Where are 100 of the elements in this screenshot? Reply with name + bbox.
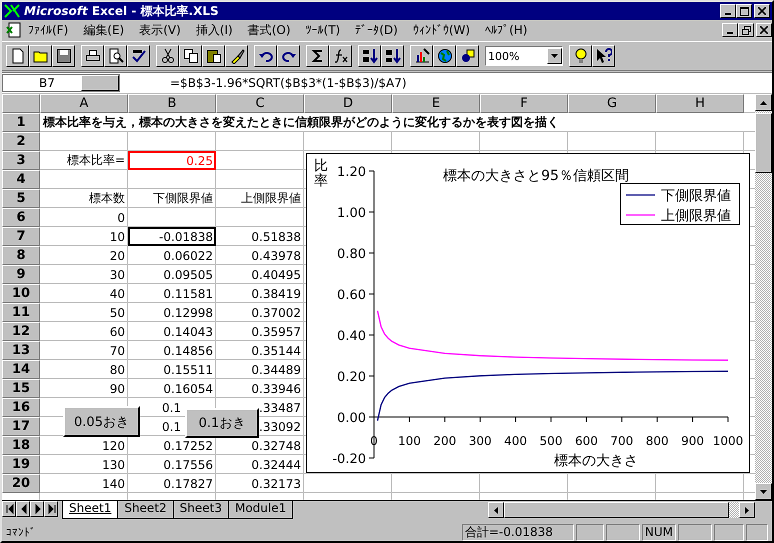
row-header[interactable]: 17 [2,417,40,436]
sheet-tab[interactable]: Module1 [228,501,294,519]
sheet-nav-button[interactable] [16,501,30,517]
menu-item[interactable]: ｳｨﾝﾄﾞｳ(W) [406,23,480,37]
row-header[interactable]: 19 [2,455,40,474]
table-cell[interactable]: 0.35144 [216,341,304,360]
table-cell[interactable]: 0.32173 [216,474,304,493]
column-header[interactable]: D [304,94,392,113]
table-cell[interactable]: 0.33946 [216,379,304,398]
shapes-icon[interactable] [456,45,479,67]
table-cell[interactable]: 60 [40,322,128,341]
table-cell[interactable]: 0.38419 [216,284,304,303]
row-header[interactable]: 8 [2,246,40,265]
table-cell[interactable]: 120 [40,436,128,455]
table-cell[interactable]: 130 [40,455,128,474]
macro-button[interactable]: 0.05おき [63,406,140,437]
table-cell[interactable]: 90 [40,379,128,398]
globe-icon[interactable] [433,45,456,67]
column-header[interactable]: F [480,94,568,113]
table-cell[interactable]: 0.35957 [216,322,304,341]
sigma-icon[interactable] [306,45,329,67]
select-all-button[interactable] [2,94,40,113]
table-cell[interactable]: 0.40495 [216,265,304,284]
table-cell[interactable]: .33092 [259,420,301,434]
scrollbar-thumb[interactable] [755,113,772,173]
menu-item[interactable]: 挿入(I) [190,22,242,38]
table-cell[interactable]: 0.17252 [128,436,216,455]
sort-descending-icon[interactable] [381,45,404,67]
menu-item[interactable]: ﾌｧｲﾙ(F) [22,23,78,37]
formula-field[interactable]: =$B$3-1.96*SQRT($B$3*(1-$B$3)/$A7) [120,76,407,90]
table-cell[interactable]: 0.09505 [128,265,216,284]
table-cell[interactable]: 0.11581 [128,284,216,303]
table-cell[interactable]: 140 [40,474,128,493]
column-header[interactable]: G [568,94,656,113]
folder-icon[interactable] [29,45,52,67]
undo-icon[interactable] [254,45,277,67]
copy-icon[interactable] [179,45,202,67]
table-cell[interactable]: 下側限界値 [128,189,216,208]
maximize-button[interactable] [736,4,752,18]
menu-item[interactable]: 表示(V) [133,22,190,38]
row-header[interactable]: 16 [2,398,40,417]
row-header[interactable]: 4 [2,170,40,189]
sheet-tab[interactable]: Sheet1 [62,501,118,519]
close-button[interactable] [756,23,772,37]
function-icon[interactable] [329,45,352,67]
menu-item[interactable]: ﾍﾙﾌﾟ(H) [479,23,536,37]
table-cell[interactable]: 50 [40,303,128,322]
spellcheck-icon[interactable] [127,45,150,67]
horizontal-scrollbar[interactable] [488,501,755,519]
table-cell[interactable]: 上側限界値 [216,189,304,208]
row-header[interactable]: 3 [2,151,40,170]
row-header[interactable]: 5 [2,189,40,208]
scrollbar-thumb[interactable] [504,502,729,518]
table-cell[interactable]: 0.51838 [216,227,304,246]
row-header[interactable]: 20 [2,474,40,493]
table-cell[interactable]: 0.32748 [216,436,304,455]
restore-button[interactable] [738,23,754,37]
table-cell[interactable]: 0.17827 [128,474,216,493]
column-header[interactable]: C [216,94,304,113]
table-cell[interactable]: 0.43978 [216,246,304,265]
table-cell[interactable]: 標本数 [40,189,128,208]
help-pointer-icon[interactable] [592,45,615,67]
macro-button[interactable]: 0.1おき [185,408,259,438]
chart-wizard-icon[interactable] [410,45,433,67]
clipboard-icon[interactable] [202,45,225,67]
row-header[interactable]: 7 [2,227,40,246]
minimize-button[interactable] [722,23,738,37]
table-cell[interactable]: 0.14043 [128,322,216,341]
vertical-scrollbar[interactable] [755,94,772,500]
row-header[interactable]: 18 [2,436,40,455]
table-cell[interactable]: 標本比率= [40,151,128,170]
column-header[interactable]: B [128,94,216,113]
table-cell[interactable]: 0.06022 [128,246,216,265]
table-cell[interactable]: 0.12998 [128,303,216,322]
table-cell[interactable]: 0.15511 [128,360,216,379]
table-cell[interactable]: 80 [40,360,128,379]
menu-item[interactable]: ﾃﾞｰﾀ(D) [349,23,407,37]
table-cell[interactable]: 70 [40,341,128,360]
sheet-nav-button[interactable] [44,501,58,517]
paintbrush-icon[interactable] [225,45,248,67]
print-preview-icon[interactable] [104,45,127,67]
row-header[interactable]: 6 [2,208,40,227]
close-button[interactable] [754,4,770,18]
table-cell[interactable]: 40 [40,284,128,303]
row-header[interactable]: 12 [2,322,40,341]
table-cell[interactable]: 0.16054 [128,379,216,398]
row-header[interactable]: 1 [2,113,40,132]
name-box[interactable]: B7 [2,74,120,92]
table-cell[interactable]: 30 [40,265,128,284]
zoom-dropdown[interactable]: 100% [485,46,563,66]
new-document-icon[interactable] [6,45,29,67]
sheet-tab[interactable]: Sheet3 [172,501,229,519]
row-header[interactable]: 15 [2,379,40,398]
column-header[interactable]: E [392,94,480,113]
table-cell[interactable]: 0.32444 [216,455,304,474]
sort-ascending-icon[interactable] [358,45,381,67]
table-cell[interactable]: 0 [40,208,128,227]
row-header[interactable]: 2 [2,132,40,151]
row-header[interactable]: 14 [2,360,40,379]
sheet-nav-button[interactable] [2,501,16,517]
